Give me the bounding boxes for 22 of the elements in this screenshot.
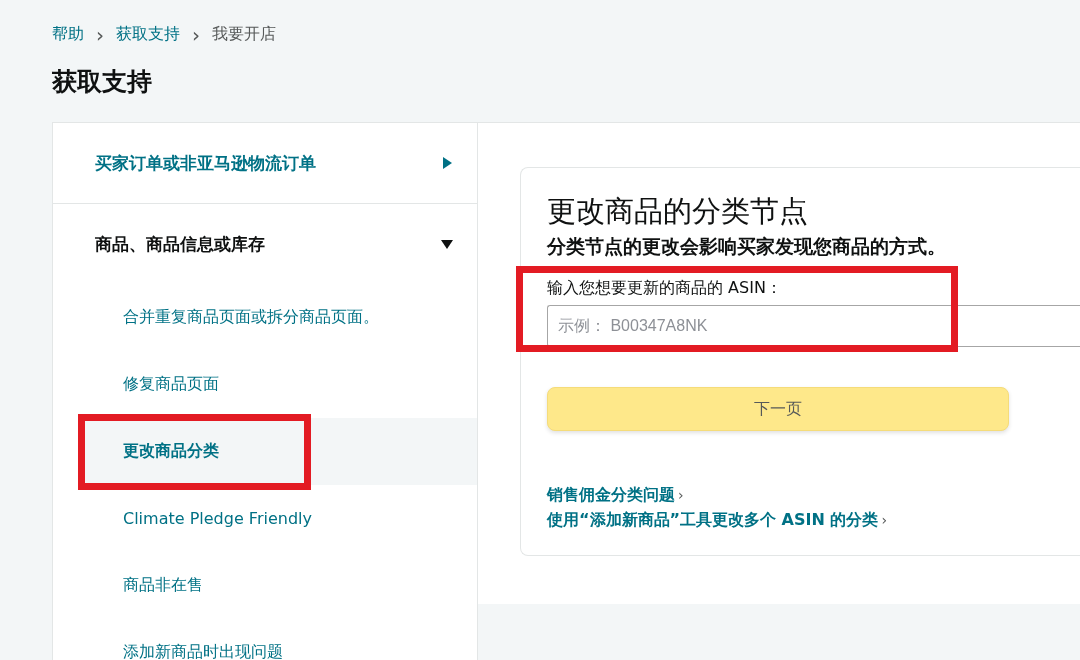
breadcrumb-separator: ›	[96, 24, 104, 45]
help-link[interactable]: 销售佣金分类问题 ›	[547, 485, 684, 506]
sidebar-item[interactable]: 商品非在售	[81, 552, 477, 619]
breadcrumb-separator: ›	[192, 24, 200, 45]
caret-down-icon	[441, 238, 453, 250]
breadcrumb-link[interactable]: 帮助	[52, 24, 84, 45]
asin-input-field[interactable]: 示例： B00347A8NK	[547, 305, 1080, 347]
sidebar-category[interactable]: 买家订单或非亚马逊物流订单	[53, 123, 477, 204]
sidebar-item[interactable]: 修复商品页面	[81, 351, 477, 418]
help-link[interactable]: 使用“添加新商品”工具更改多个 ASIN 的分类 ›	[547, 510, 888, 531]
card-subtitle: 分类节点的更改会影响买家发现您商品的方式。	[547, 234, 947, 259]
caret-right-icon	[441, 157, 453, 169]
breadcrumb-current: 我要开店	[212, 24, 276, 45]
sidebar-item[interactable]: Climate Pledge Friendly	[81, 485, 477, 552]
breadcrumb-link[interactable]: 获取支持	[116, 24, 180, 45]
next-button[interactable]: 下一页	[547, 387, 1009, 431]
sidebar-item[interactable]: 添加新商品时出现问题	[81, 619, 477, 660]
field-label: 输入您想要更新的商品的 ASIN：	[547, 278, 782, 299]
page-title: 获取支持	[52, 66, 153, 98]
sidebar-item[interactable]: 合并重复商品页面或拆分商品页面。	[81, 284, 477, 351]
card-title: 更改商品的分类节点	[547, 193, 809, 230]
sidebar-category[interactable]: 商品、商品信息或库存	[53, 204, 477, 284]
